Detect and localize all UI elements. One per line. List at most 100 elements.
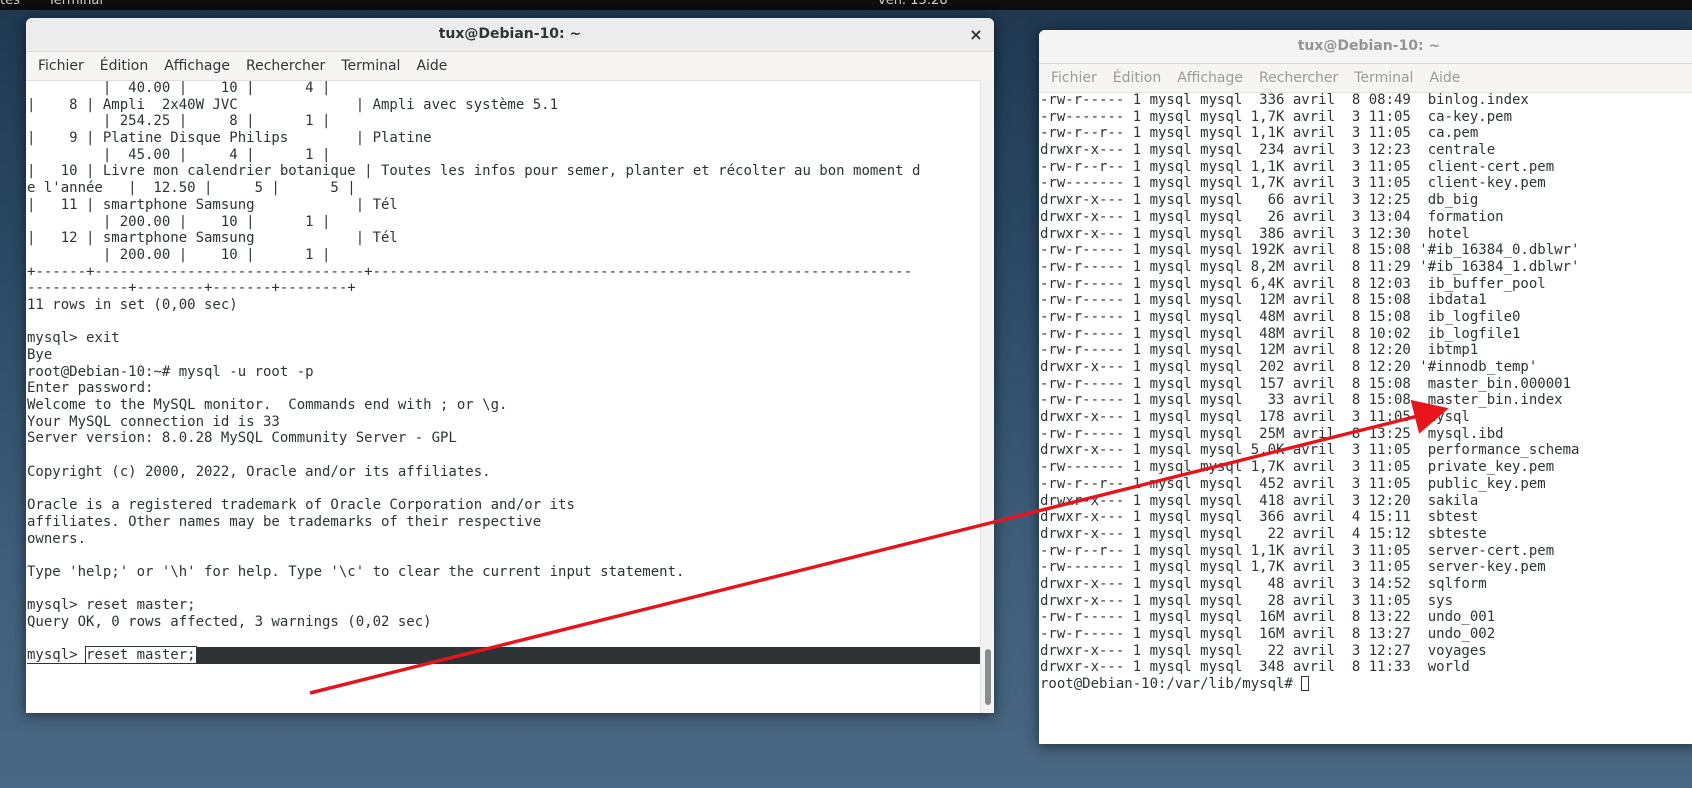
scrollbar[interactable] bbox=[980, 80, 994, 713]
terminal-line: drwxr-x--- 1 mysql mysql 48 avril 3 14:5… bbox=[1040, 575, 1487, 592]
menu-fichier[interactable]: Fichier bbox=[1043, 70, 1105, 86]
terminal-prompt-line[interactable]: root@Debian-10:/var/lib/mysql# bbox=[1040, 676, 1692, 693]
terminal-line: | 200.00 | 10 | 1 | bbox=[27, 213, 331, 230]
menu-terminal[interactable]: Terminal bbox=[333, 58, 408, 74]
terminal-line: Copyright (c) 2000, 2022, Oracle and/or … bbox=[27, 463, 491, 480]
menu-affichage[interactable]: Affichage bbox=[156, 58, 238, 74]
menu-terminal[interactable]: Terminal bbox=[1346, 70, 1421, 86]
terminal-line: Server version: 8.0.28 MySQL Community S… bbox=[27, 430, 457, 447]
menu-edition[interactable]: Édition bbox=[1105, 70, 1169, 86]
terminal-line: drwxr-x--- 1 mysql mysql 5,0K avril 3 11… bbox=[1040, 442, 1580, 459]
terminal-line: | 254.25 | 8 | 1 | bbox=[27, 113, 331, 130]
terminal-line: Type 'help;' or '\h' for help. Type '\c'… bbox=[27, 563, 685, 580]
terminal-line: mysql> exit bbox=[27, 330, 120, 347]
terminal-line: -rw-r--r-- 1 mysql mysql 1,1K avril 3 11… bbox=[1040, 542, 1555, 559]
terminal-line: -rw------- 1 mysql mysql 1,7K avril 3 11… bbox=[1040, 175, 1546, 192]
terminal-line: -rw-r----- 1 mysql mysql 16M avril 8 13:… bbox=[1040, 609, 1496, 626]
shell-prompt: root@Debian-10:/var/lib/mysql# bbox=[1040, 676, 1302, 693]
top-bar: tés Terminal ven. 15:28 bbox=[0, 0, 1692, 10]
terminal-line: drwxr-x--- 1 mysql mysql 178 avril 3 11:… bbox=[1040, 409, 1470, 426]
terminal-line: Query OK, 0 rows affected, 3 warnings (0… bbox=[27, 614, 432, 630]
window-titlebar[interactable]: tux@Debian-10: ~ bbox=[1039, 30, 1692, 64]
terminal-line: -rw-r----- 1 mysql mysql 33 avril 8 15:0… bbox=[1040, 392, 1563, 409]
clock[interactable]: ven. 15:28 bbox=[878, 0, 948, 8]
terminal-line: Enter password: bbox=[27, 380, 154, 397]
terminal-line: Oracle is a registered trademark of Orac… bbox=[27, 497, 575, 514]
menu-aide[interactable]: Aide bbox=[1421, 70, 1468, 86]
terminal-line: -rw------- 1 mysql mysql 1,7K avril 3 11… bbox=[1040, 459, 1555, 476]
terminal-input-line[interactable]: mysql> reset master; bbox=[27, 646, 980, 665]
terminal-line: -rw-r----- 1 mysql mysql 8,2M avril 8 11… bbox=[1040, 258, 1580, 275]
terminal-line: owners. bbox=[27, 530, 87, 547]
app-menu-label[interactable]: Terminal bbox=[48, 0, 103, 8]
terminal-line: drwxr-x--- 1 mysql mysql 386 avril 3 12:… bbox=[1040, 225, 1470, 242]
window-titlebar[interactable]: tux@Debian-10: ~ × bbox=[26, 18, 994, 52]
terminal-line: Your MySQL connection id is 33 bbox=[27, 413, 280, 430]
terminal-output[interactable]: -rw-r----- 1 mysql mysql 336 avril 8 08:… bbox=[1039, 92, 1692, 744]
window-title: tux@Debian-10: ~ bbox=[438, 26, 582, 42]
window-title: tux@Debian-10: ~ bbox=[1297, 38, 1441, 54]
terminal-line: | 10 | Livre mon calendrier botanique | … bbox=[27, 163, 921, 180]
terminal-line: | 11 | smartphone Samsung | Tél bbox=[27, 196, 398, 213]
menu-aide[interactable]: Aide bbox=[408, 58, 455, 74]
terminal-line: drwxr-x--- 1 mysql mysql 418 avril 3 12:… bbox=[1040, 492, 1479, 509]
menu-rechercher[interactable]: Rechercher bbox=[238, 58, 333, 74]
terminal-line: drwxr-x--- 1 mysql mysql 28 avril 3 11:0… bbox=[1040, 592, 1454, 609]
menu-rechercher[interactable]: Rechercher bbox=[1251, 70, 1346, 86]
terminal-line: ------------+--------+-------+--------+ bbox=[27, 280, 356, 297]
terminal-line: root@Debian-10:~# mysql -u root -p bbox=[27, 363, 314, 380]
mysql-prompt: mysql> bbox=[27, 647, 87, 664]
menu-affichage[interactable]: Affichage bbox=[1169, 70, 1251, 86]
terminal-line: | 200.00 | 10 | 1 | bbox=[27, 246, 331, 263]
terminal-line: | 9 | Platine Disque Philips | Platine bbox=[27, 130, 432, 147]
terminal-line: drwxr-x--- 1 mysql mysql 202 avril 8 12:… bbox=[1040, 359, 1538, 375]
terminal-window-left[interactable]: tux@Debian-10: ~ × Fichier Édition Affic… bbox=[26, 18, 994, 713]
terminal-line: | 40.00 | 10 | 4 | bbox=[27, 80, 331, 96]
menu-fichier[interactable]: Fichier bbox=[30, 58, 92, 74]
terminal-line: -rw-r----- 1 mysql mysql 12M avril 8 12:… bbox=[1040, 342, 1479, 359]
terminal-line: | 8 | Ampli 2x40W JVC | Ampli avec systè… bbox=[27, 96, 559, 113]
terminal-output[interactable]: | 40.00 | 10 | 4 | | 8 | Ampli 2x40W JVC … bbox=[26, 80, 980, 713]
terminal-line: 11 rows in set (0,00 sec) bbox=[27, 296, 238, 313]
terminal-line: -rw-r----- 1 mysql mysql 48M avril 8 10:… bbox=[1040, 325, 1521, 342]
terminal-line: e l'année | 12.50 | 5 | 5 | bbox=[27, 180, 356, 197]
terminal-line: affiliates. Other names may be trademark… bbox=[27, 513, 542, 530]
terminal-line: -rw-r----- 1 mysql mysql 336 avril 8 08:… bbox=[1040, 92, 1529, 108]
terminal-line: -rw-r----- 1 mysql mysql 192K avril 8 15… bbox=[1040, 242, 1580, 259]
activities-label[interactable]: tés bbox=[0, 0, 20, 8]
menu-bar: Fichier Édition Affichage Rechercher Ter… bbox=[26, 52, 994, 81]
terminal-line: -rw-r--r-- 1 mysql mysql 1,1K avril 3 11… bbox=[1040, 158, 1555, 175]
terminal-line: drwxr-x--- 1 mysql mysql 66 avril 3 12:2… bbox=[1040, 192, 1479, 209]
terminal-line: -rw------- 1 mysql mysql 1,7K avril 3 11… bbox=[1040, 559, 1546, 576]
terminal-line: drwxr-x--- 1 mysql mysql 26 avril 3 13:0… bbox=[1040, 208, 1504, 225]
close-icon[interactable]: × bbox=[966, 18, 986, 51]
text-cursor bbox=[1301, 676, 1310, 692]
terminal-line: Welcome to the MySQL monitor. Commands e… bbox=[27, 397, 508, 414]
terminal-line: -rw-r----- 1 mysql mysql 12M avril 8 15:… bbox=[1040, 292, 1487, 309]
terminal-line: drwxr-x--- 1 mysql mysql 22 avril 4 15:1… bbox=[1040, 525, 1487, 542]
terminal-line: Bye bbox=[27, 347, 53, 363]
terminal-window-right[interactable]: tux@Debian-10: ~ Fichier Édition Afficha… bbox=[1039, 30, 1692, 744]
terminal-line: -rw------- 1 mysql mysql 1,7K avril 3 11… bbox=[1040, 108, 1513, 125]
terminal-line: drwxr-x--- 1 mysql mysql 22 avril 3 12:2… bbox=[1040, 642, 1487, 659]
terminal-line: -rw-r----- 1 mysql mysql 16M avril 8 13:… bbox=[1040, 626, 1496, 642]
terminal-line: -rw-r----- 1 mysql mysql 6,4K avril 8 12… bbox=[1040, 275, 1546, 292]
terminal-line: -rw-r----- 1 mysql mysql 48M avril 8 15:… bbox=[1040, 308, 1521, 325]
terminal-line: -rw-r----- 1 mysql mysql 25M avril 8 13:… bbox=[1040, 425, 1504, 442]
terminal-line: drwxr-x--- 1 mysql mysql 234 avril 3 12:… bbox=[1040, 142, 1496, 159]
menu-edition[interactable]: Édition bbox=[92, 58, 156, 74]
terminal-line: -rw-r--r-- 1 mysql mysql 1,1K avril 3 11… bbox=[1040, 125, 1479, 142]
terminal-line: | 45.00 | 4 | 1 | bbox=[27, 146, 331, 163]
terminal-line: drwxr-x--- 1 mysql mysql 348 avril 8 11:… bbox=[1040, 659, 1470, 676]
typed-command: reset master; bbox=[85, 646, 197, 665]
scrollbar-thumb[interactable] bbox=[985, 649, 991, 705]
menu-bar: Fichier Édition Affichage Rechercher Ter… bbox=[1039, 64, 1692, 93]
terminal-line: | 12 | smartphone Samsung | Tél bbox=[27, 230, 398, 247]
terminal-line: +------+--------------------------------… bbox=[27, 263, 913, 280]
